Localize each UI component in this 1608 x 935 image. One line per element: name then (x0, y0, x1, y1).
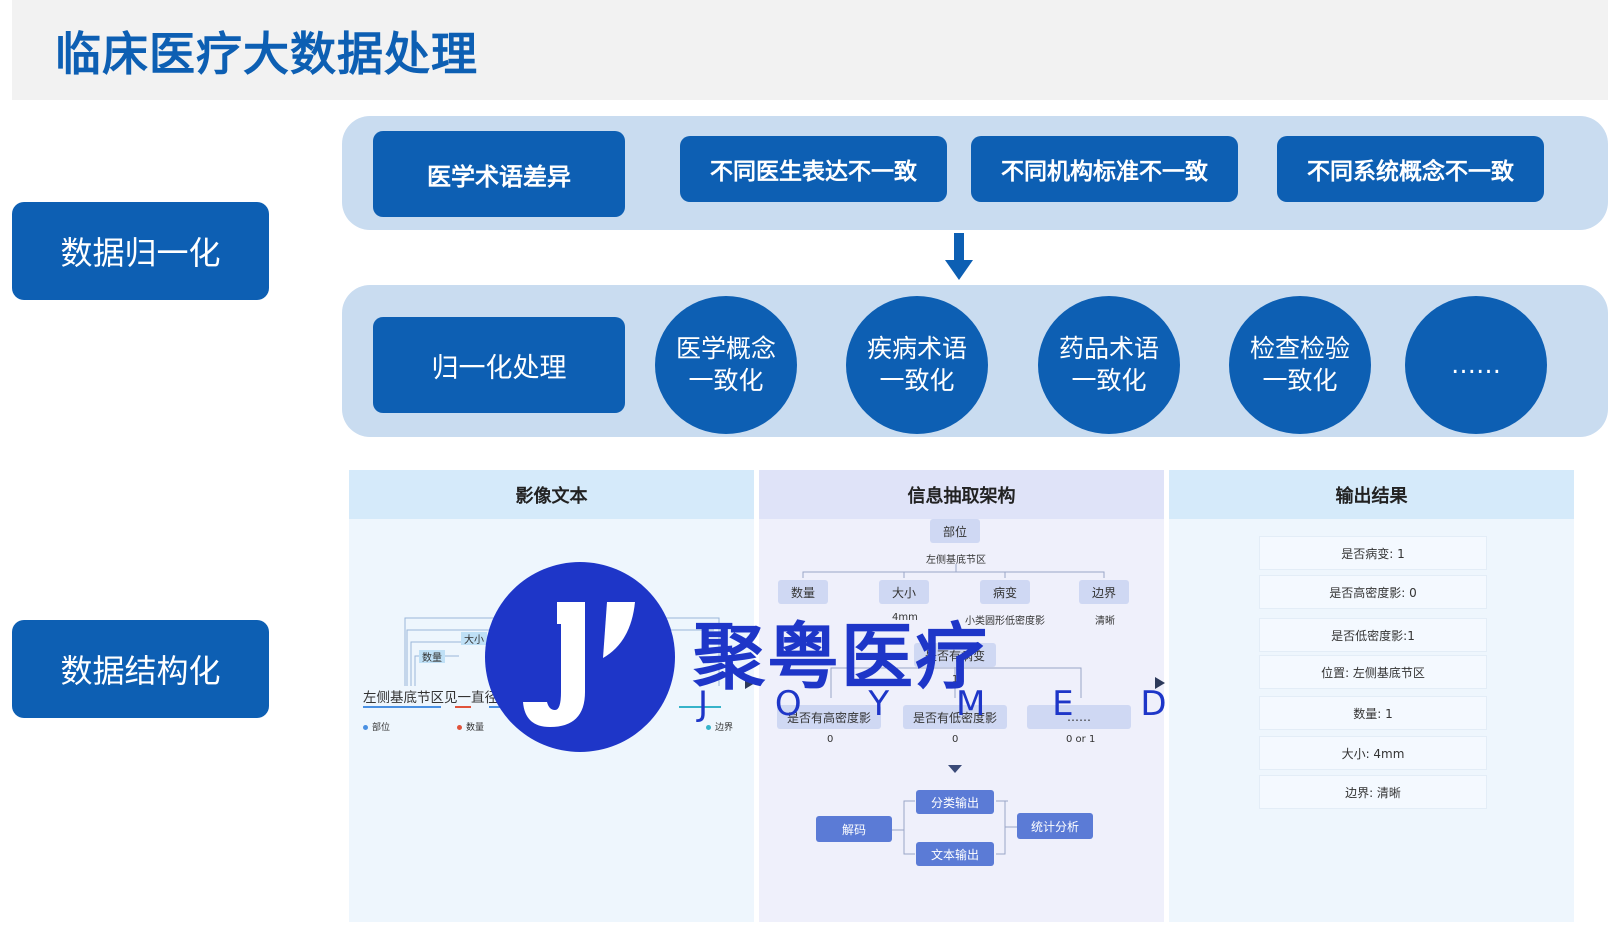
difference-item-doctors: 不同医生表达不一致 (680, 136, 947, 202)
difference-item-systems: 不同系统概念不一致 (1277, 136, 1544, 202)
circle-disease-terms: 疾病术语 一致化 (846, 296, 988, 434)
leaf-value-more: 0 or 1 (1066, 734, 1096, 745)
watermark-letters: J O Y M E D (698, 684, 1195, 724)
result-row: 是否低密度影:1 (1259, 618, 1487, 652)
result-row: 数量: 1 (1259, 696, 1487, 730)
statistics-node: 统计分析 (1017, 813, 1093, 839)
normalize-label: 数据归一化 (12, 202, 269, 300)
page-title: 临床医疗大数据处理 (55, 27, 478, 81)
processing-label: 归一化处理 (373, 317, 625, 413)
leaf-value-low-density: 0 (952, 734, 959, 745)
results-column: 输出结果 是否病变: 1 是否高密度影: 0 是否低密度影:1 位置: 左侧基底… (1169, 470, 1574, 922)
result-row: 是否病变: 1 (1259, 536, 1487, 570)
classification-output-node: 分类输出 (916, 790, 994, 814)
watermark-logo-icon (485, 562, 675, 752)
result-row: 边界: 清晰 (1259, 775, 1487, 809)
result-row: 是否高密度影: 0 (1259, 575, 1487, 609)
text-output-node: 文本输出 (916, 842, 994, 866)
circle-medical-concept: 医学概念 一致化 (655, 296, 797, 434)
result-row: 大小: 4mm (1259, 736, 1487, 770)
root-node: 部位 (930, 519, 980, 543)
legend-count: 数量 (457, 720, 484, 733)
child-node-border: 边界 (1079, 580, 1129, 604)
decoder-node: 解码 (816, 816, 892, 842)
count-tag: 数量 (419, 650, 445, 664)
child-value-border: 清晰 (1095, 616, 1115, 627)
circle-drug-terms: 药品术语 一致化 (1038, 296, 1180, 434)
circle-exam-tests: 检查检验 一致化 (1229, 296, 1371, 434)
leaf-value-high-density: 0 (827, 734, 834, 745)
structure-label: 数据结构化 (12, 620, 269, 718)
root-value: 左侧基底节区 (926, 555, 986, 566)
size-tag: 大小 (461, 632, 487, 646)
circle-more: …… (1405, 296, 1547, 434)
legend-location: 部位 (363, 720, 390, 733)
differences-label: 医学术语差异 (373, 131, 625, 217)
results-title: 输出结果 (1169, 470, 1574, 519)
result-row: 位置: 左侧基底节区 (1259, 655, 1487, 689)
down-arrow-icon (945, 233, 973, 280)
difference-item-institutions: 不同机构标准不一致 (971, 136, 1238, 202)
